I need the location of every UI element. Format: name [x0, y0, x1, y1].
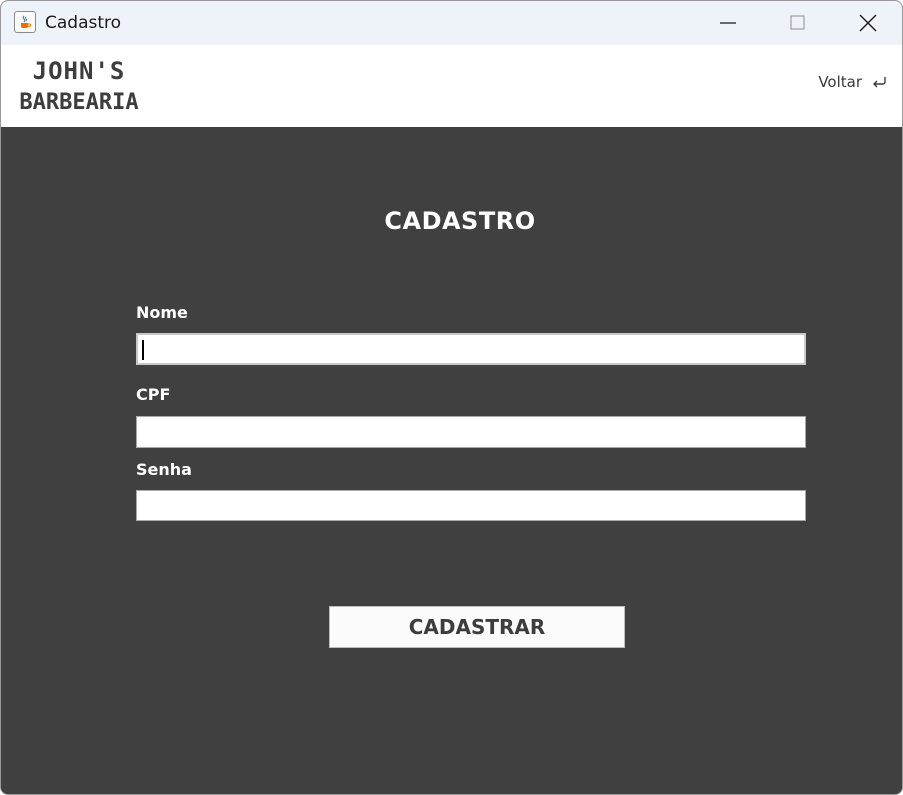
- minimize-icon: [720, 22, 736, 24]
- window-title: Cadastro: [45, 13, 122, 33]
- return-arrow-icon: [873, 77, 886, 88]
- cpf-input[interactable]: [136, 416, 806, 448]
- back-label: Voltar: [818, 73, 862, 91]
- maximize-button[interactable]: [763, 1, 833, 45]
- title-bar[interactable]: Cadastro: [1, 1, 902, 45]
- name-label: Nome: [136, 303, 188, 322]
- name-input[interactable]: [136, 333, 806, 365]
- registration-panel: CADASTRO Nome CPF Senha CADASTRAR: [1, 127, 902, 794]
- minimize-button[interactable]: [693, 1, 763, 45]
- close-button[interactable]: [833, 1, 902, 45]
- close-icon: [859, 14, 877, 32]
- app-header: JOHN'S BARBEARIA Voltar: [1, 45, 902, 127]
- password-input[interactable]: [136, 490, 806, 521]
- java-cup-icon: [14, 11, 36, 33]
- page-title: CADASTRO: [384, 207, 536, 235]
- password-label: Senha: [136, 460, 192, 479]
- logo-line-2: BARBEARIA: [19, 90, 139, 115]
- barbershop-logo: JOHN'S BARBEARIA: [13, 55, 145, 119]
- cpf-label: CPF: [136, 385, 171, 404]
- app-window: Cadastro JOHN'S BARBEARIA Voltar CADASTR…: [0, 0, 903, 795]
- logo-line-1: JOHN'S: [32, 57, 126, 85]
- maximize-icon: [790, 15, 805, 30]
- back-link[interactable]: Voltar: [818, 71, 888, 93]
- text-caret: [142, 340, 144, 360]
- register-button[interactable]: CADASTRAR: [329, 606, 625, 648]
